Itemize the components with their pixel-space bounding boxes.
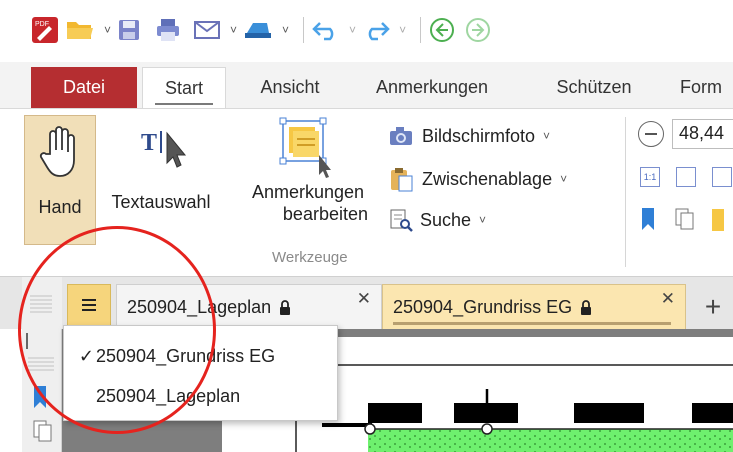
toolbar-separator (420, 17, 422, 43)
hand-icon (39, 126, 75, 177)
tab-list-button[interactable] (67, 284, 111, 326)
tab-form[interactable]: Form (670, 67, 733, 108)
hand-label: Hand (38, 197, 82, 217)
new-tab-button[interactable]: + (693, 284, 733, 329)
lock-icon (280, 299, 291, 315)
app-logo-icon[interactable]: PDF (31, 16, 59, 44)
tab-start[interactable]: Start (142, 67, 226, 108)
lock-icon (581, 299, 592, 315)
search-button[interactable]: Suche ˅ (388, 205, 486, 235)
tab-list-dropdown: ✓ 250904_Grundriss EG 250904_Lageplan (63, 325, 338, 421)
open-dropdown-caret-icon[interactable]: ˅ (104, 23, 111, 37)
clipboard-label: Zwischenablage (422, 168, 553, 189)
fit-width-icon[interactable] (712, 167, 732, 187)
tab-datei[interactable]: Datei (31, 67, 137, 108)
minus-icon (645, 133, 657, 135)
document-tab-grundriss[interactable]: 250904_Grundriss EG ✕ (382, 284, 686, 329)
svg-text:PDF: PDF (35, 21, 49, 28)
scan-icon[interactable] (243, 19, 273, 41)
pages-panel-icon[interactable] (32, 419, 54, 443)
print-icon[interactable] (155, 18, 181, 42)
bookmark-icon[interactable] (640, 207, 656, 231)
hand-tool-button[interactable]: Hand (24, 115, 96, 245)
text-select-button[interactable]: T Textauswahl (98, 125, 224, 213)
search-doc-icon (390, 209, 413, 232)
ribbon-tab-row: Datei Start Ansicht Anmerkungen Schützen… (0, 62, 733, 108)
search-label: Suche (420, 209, 472, 230)
left-sidebar (22, 329, 62, 452)
grip-icon (30, 293, 52, 313)
quick-access-toolbar: PDF ˅ ˅ ˅ ˅ ˅ (0, 0, 733, 60)
clipboard-button[interactable]: Zwischenablage ˅ (388, 164, 567, 194)
tab-list-item-label: 250904_Grundriss EG (96, 345, 276, 366)
close-tab-icon[interactable]: ✕ (357, 289, 371, 309)
tab-anmerkungen[interactable]: Anmerkungen (352, 67, 512, 108)
document-tab-lageplan[interactable]: 250904_Lageplan ✕ (116, 284, 382, 329)
ribbon-separator (625, 117, 626, 267)
menu-icon (82, 299, 96, 311)
toolbar-separator (303, 17, 305, 43)
checkmark-icon: ✓ (78, 345, 94, 366)
grip-icon (28, 355, 54, 371)
active-tab-underline (393, 322, 671, 325)
tab-list-item-grundriss[interactable]: ✓ 250904_Grundriss EG (64, 338, 337, 374)
edit-annotations-label-2: bearbeiten (282, 204, 368, 224)
open-folder-icon[interactable] (65, 17, 95, 43)
zoom-input[interactable]: 48,44 (672, 119, 733, 149)
undo-icon[interactable] (312, 19, 340, 41)
tab-list-item-lageplan[interactable]: 250904_Lageplan (64, 378, 337, 414)
scan-dropdown-caret-icon[interactable]: ˅ (282, 23, 289, 37)
redo-dropdown-caret-icon[interactable]: ˅ (399, 23, 406, 37)
tab-schuetzen[interactable]: Schützen (538, 67, 650, 108)
group-label-werkzeuge: Werkzeuge (272, 249, 348, 266)
close-tab-icon[interactable]: ✕ (661, 289, 675, 309)
save-icon[interactable] (117, 18, 141, 42)
zoom-out-button[interactable] (638, 121, 664, 147)
bookmark-panel-icon[interactable] (32, 385, 48, 409)
redo-icon[interactable] (362, 19, 390, 41)
forward-icon[interactable] (465, 17, 491, 43)
tab-list-item-label: 250904_Lageplan (96, 385, 241, 406)
undo-dropdown-caret-icon[interactable]: ˅ (349, 23, 356, 37)
fit-page-icon[interactable] (676, 167, 696, 187)
back-icon[interactable] (429, 17, 455, 43)
screenshot-label: Bildschirmfoto (422, 125, 536, 146)
text-select-icon: T (139, 129, 187, 168)
search-caret-icon[interactable]: ˅ (479, 213, 486, 227)
edit-annotations-button[interactable]: Anmerkungen bearbeiten (230, 115, 386, 225)
pages-icon[interactable] (674, 207, 696, 231)
email-dropdown-caret-icon[interactable]: ˅ (230, 23, 237, 37)
sidebar-header (22, 277, 62, 329)
actual-size-icon[interactable]: 1:1 (640, 167, 660, 187)
document-tab-label: 250904_Lageplan (127, 296, 272, 317)
svg-text:T: T (141, 130, 157, 156)
clipboard-caret-icon[interactable]: ˅ (560, 172, 567, 186)
screenshot-button[interactable]: Bildschirmfoto ˅ (388, 121, 550, 151)
screenshot-caret-icon[interactable]: ˅ (543, 129, 550, 143)
clipboard-icon (391, 168, 413, 192)
document-tab-label: 250904_Grundriss EG (393, 296, 573, 317)
ribbon-panel: Hand T Textauswahl Anmerkungen bearbeite… (0, 108, 733, 277)
rail-marker (26, 333, 28, 349)
text-select-label: Textauswahl (111, 192, 211, 212)
document-tabs-row: 250904_Lageplan ✕ 250904_Grundriss EG ✕ … (0, 277, 733, 329)
edit-annotations-label-1: Anmerkungen (251, 182, 365, 202)
edit-annotations-icon (279, 117, 331, 178)
tab-ansicht[interactable]: Ansicht (240, 67, 340, 108)
note-icon[interactable] (712, 209, 724, 231)
camera-icon (390, 127, 412, 145)
email-icon[interactable] (193, 19, 221, 41)
